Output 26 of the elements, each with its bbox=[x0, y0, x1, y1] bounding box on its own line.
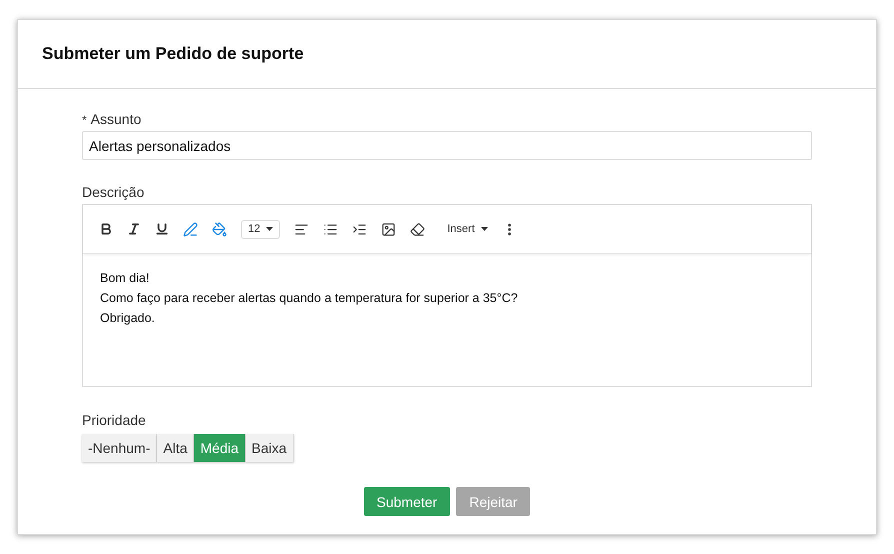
field-label: Descrição bbox=[82, 184, 144, 200]
dialog-title: Submeter um Pedido de suporte bbox=[42, 44, 304, 64]
font-size-dropdown[interactable]: 12 bbox=[241, 220, 280, 238]
priority-option[interactable]: Alta bbox=[157, 434, 194, 462]
bold-icon[interactable] bbox=[99, 222, 113, 236]
underline-icon[interactable] bbox=[155, 222, 169, 236]
priority-option[interactable]: Baixa bbox=[246, 434, 294, 462]
italic-icon[interactable] bbox=[127, 222, 141, 236]
align-left-icon[interactable] bbox=[294, 222, 310, 236]
insert-dropdown[interactable]: Insert bbox=[447, 223, 488, 235]
editor-text: Bom dia! bbox=[100, 270, 150, 286]
required-mark: * bbox=[82, 113, 87, 127]
bullet-list-icon[interactable] bbox=[323, 222, 338, 236]
paint-bucket-icon[interactable] bbox=[212, 222, 227, 236]
subject-field[interactable]: Alertas personalizados bbox=[82, 131, 812, 160]
eraser-icon[interactable] bbox=[410, 222, 426, 236]
caret-icon bbox=[266, 227, 274, 231]
editor-text: Como faço para receber alertas quando a temperatura for superior a 35°C? bbox=[100, 290, 519, 306]
image-icon[interactable] bbox=[381, 222, 396, 236]
field-label: Prioridade bbox=[82, 412, 146, 428]
indent-icon[interactable] bbox=[352, 222, 368, 236]
field-label: Assunto bbox=[90, 111, 142, 127]
editor-text: Obrigado. bbox=[100, 310, 156, 326]
caret-icon bbox=[480, 227, 488, 231]
priority-option[interactable]: -Nenhum- bbox=[82, 434, 158, 462]
pen-icon[interactable] bbox=[183, 222, 198, 236]
